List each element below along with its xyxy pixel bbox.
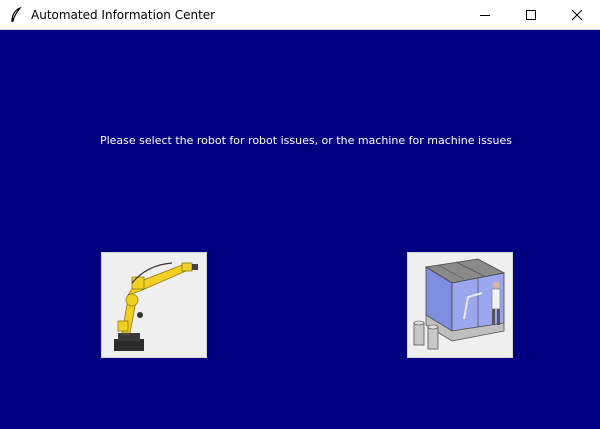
close-button[interactable] [554, 0, 600, 30]
feather-icon [11, 7, 22, 23]
minimize-button[interactable] [462, 0, 508, 30]
maximize-icon [526, 10, 536, 20]
minimize-icon [480, 15, 490, 16]
machine-button[interactable] [407, 252, 513, 358]
robot-button[interactable] [101, 252, 207, 358]
machine-cell-icon [408, 253, 512, 357]
title-bar: Automated Information Center [0, 0, 600, 30]
robot-arm-icon [102, 253, 206, 357]
window-title: Automated Information Center [31, 8, 216, 22]
maximize-button[interactable] [508, 0, 554, 30]
instruction-text: Please select the robot for robot issues… [99, 134, 513, 147]
close-icon [572, 10, 582, 20]
